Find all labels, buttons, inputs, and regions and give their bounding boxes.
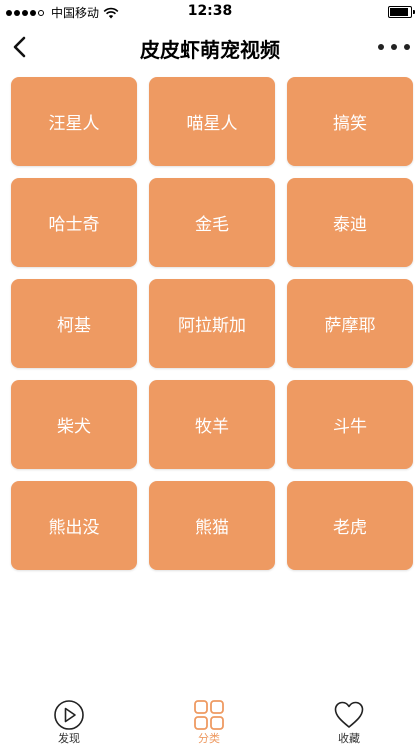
nav-bar: 皮皮虾萌宠视频 [0,24,420,70]
tab-label: 分类 [198,732,220,745]
category-button[interactable]: 搞笑 [287,77,413,166]
category-button[interactable]: 哈士奇 [11,178,137,267]
tab-favorites[interactable]: 收藏 [309,697,389,747]
more-dot [391,44,397,50]
clock: 12:38 [187,3,233,19]
tab-discover[interactable]: 发现 [29,697,109,747]
category-button[interactable]: 柴犬 [11,380,137,469]
heart-icon [334,701,364,728]
category-button[interactable]: 牧羊 [149,380,275,469]
tab-label: 收藏 [338,732,360,745]
page-title: 皮皮虾萌宠视频 [140,38,280,62]
tab-bar: 发现 分类 收藏 [0,697,420,747]
tab-label: 发现 [58,732,80,745]
category-button[interactable]: 阿拉斯加 [149,279,275,368]
back-button[interactable] [8,32,34,62]
play-circle-icon [54,700,84,730]
category-grid: 汪星人 喵星人 搞笑 哈士奇 金毛 泰迪 柯基 阿拉斯加 萨摩耶 柴犬 牧羊 斗… [11,77,413,570]
more-dot [378,44,384,50]
category-button[interactable]: 喵星人 [149,77,275,166]
more-button[interactable] [378,34,410,60]
more-dot [404,44,410,50]
category-button[interactable]: 老虎 [287,481,413,570]
grid-icon [194,700,224,730]
category-button[interactable]: 熊猫 [149,481,275,570]
chevron-left-icon [13,36,26,58]
tab-category[interactable]: 分类 [169,697,249,747]
category-button[interactable]: 金毛 [149,178,275,267]
category-button[interactable]: 萨摩耶 [287,279,413,368]
status-bar: 中国移动 12:38 [0,0,420,24]
category-button[interactable]: 熊出没 [11,481,137,570]
category-button[interactable]: 斗牛 [287,380,413,469]
battery-icon [388,6,415,18]
category-button[interactable]: 柯基 [11,279,137,368]
battery-fill [390,8,408,16]
category-button[interactable]: 汪星人 [11,77,137,166]
category-button[interactable]: 泰迪 [287,178,413,267]
